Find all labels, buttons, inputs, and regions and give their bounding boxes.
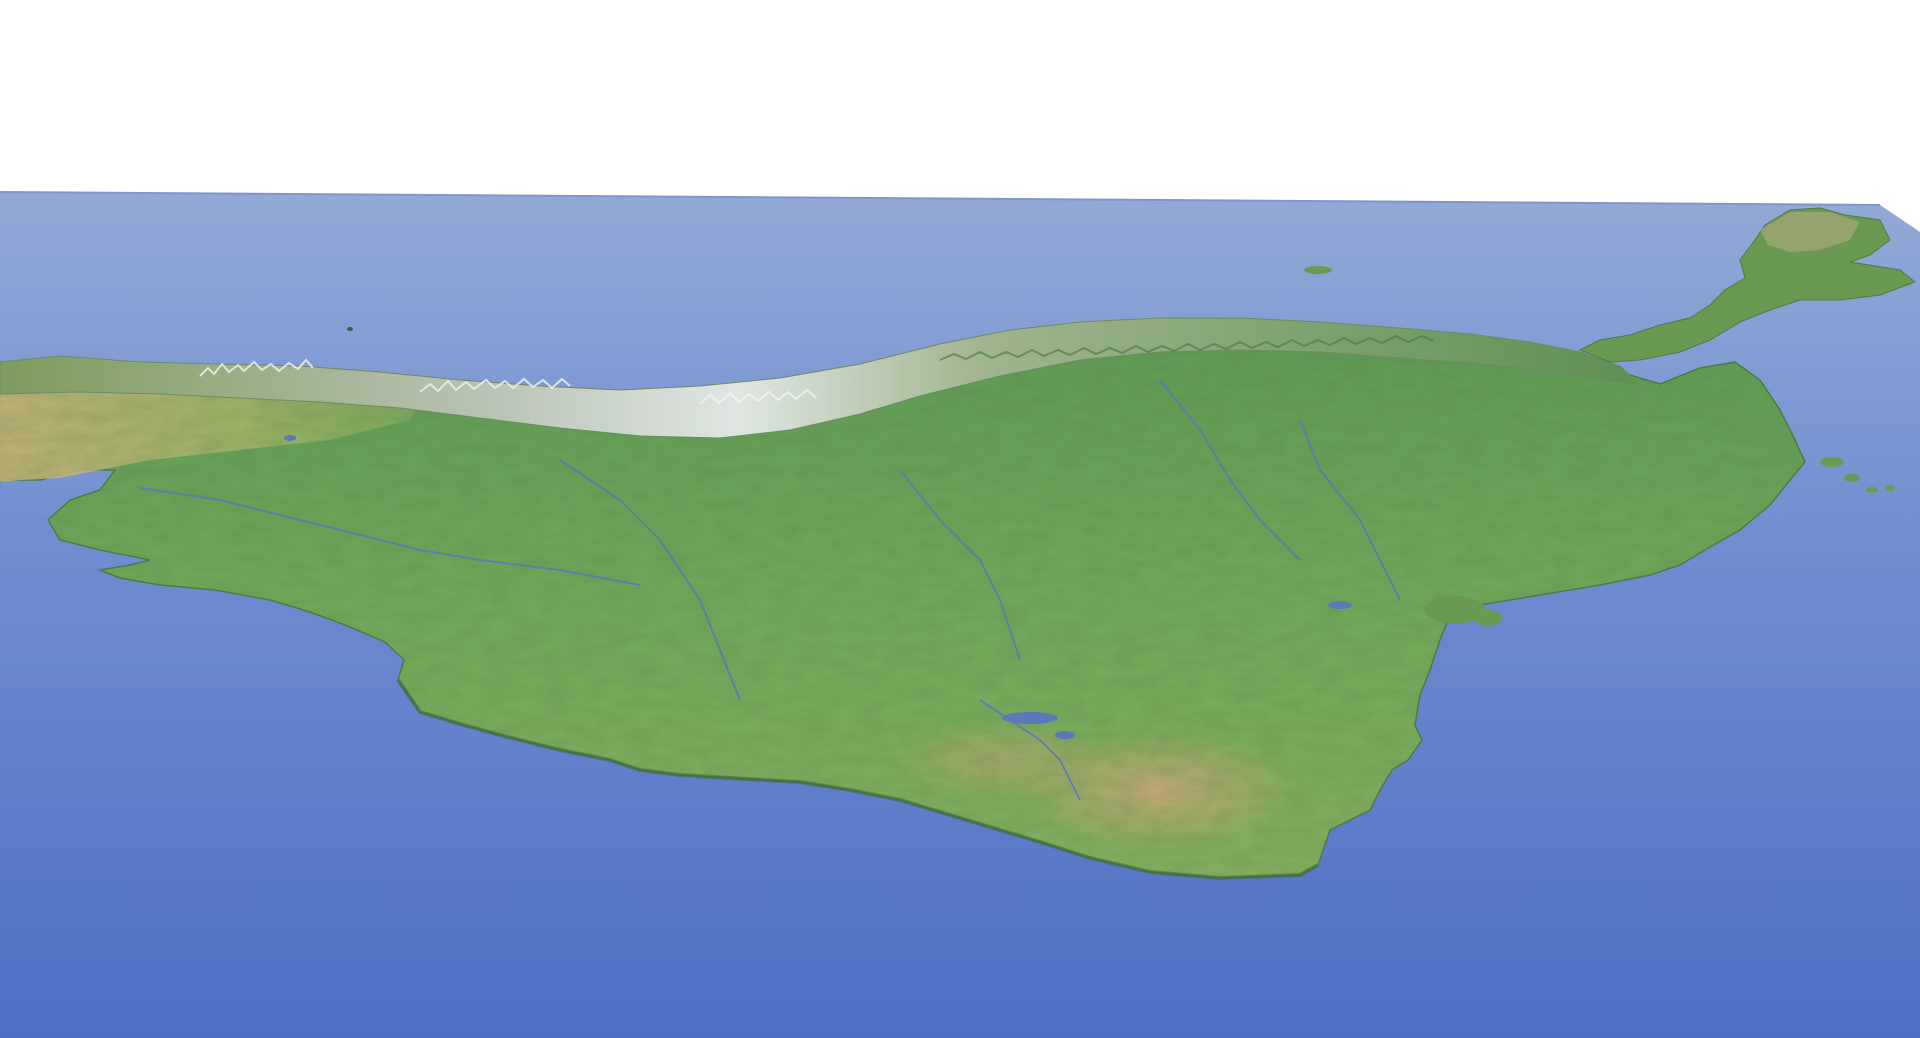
small-island-east-1 bbox=[1820, 457, 1844, 467]
small-island-bay-2 bbox=[1474, 610, 1502, 626]
small-island-east-3 bbox=[1866, 487, 1878, 493]
small-island-north bbox=[1304, 266, 1332, 274]
lake-south-2 bbox=[1055, 731, 1075, 739]
lake-east bbox=[1328, 601, 1352, 609]
lake-south bbox=[1002, 712, 1058, 724]
small-island-east-4 bbox=[1885, 485, 1895, 491]
terrain-map-scene bbox=[0, 0, 1920, 1038]
small-island-east-2 bbox=[1844, 474, 1860, 482]
small-island-nw bbox=[347, 327, 353, 331]
lake-west bbox=[284, 435, 296, 441]
